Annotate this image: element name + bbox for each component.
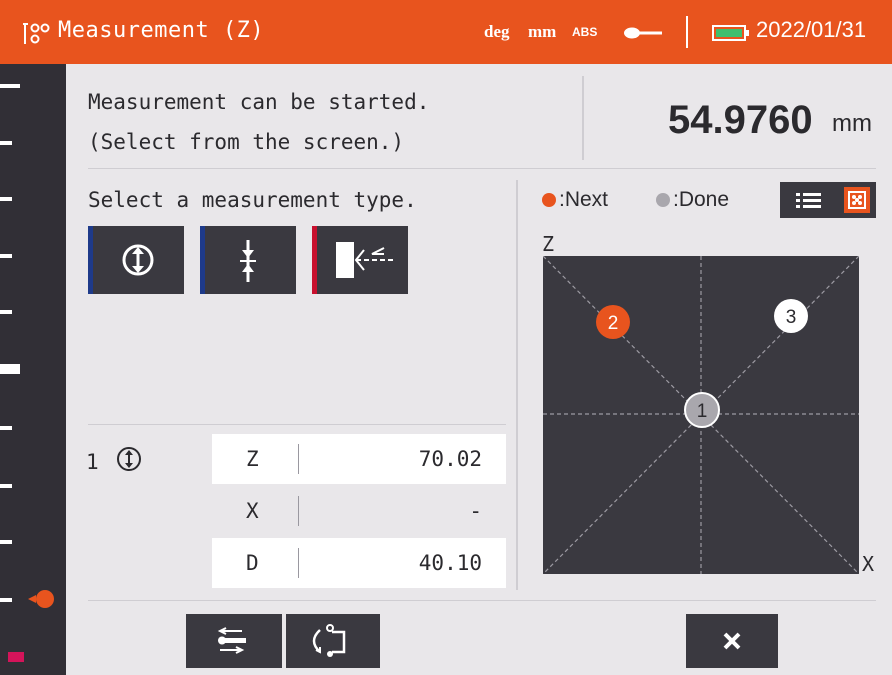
result-field-z: Z 70.02 (212, 434, 506, 484)
legend-done-label: :Done (673, 188, 730, 211)
window-title: Measurement (Z) (58, 18, 265, 43)
result-field-x: X - (212, 486, 506, 536)
current-position-marker-icon (28, 590, 54, 608)
diagram-view-icon[interactable] (844, 187, 870, 213)
measurement-type-button-updown[interactable] (88, 226, 184, 294)
svg-text:1: 1 (697, 401, 708, 422)
done-dot-icon (656, 193, 670, 207)
measurement-point-2[interactable]: 2 (596, 305, 630, 339)
panel-divider (516, 180, 518, 590)
data-output-button[interactable] (186, 614, 282, 668)
scale-tick (0, 426, 12, 430)
close-button[interactable] (686, 614, 778, 668)
field-label: X (246, 499, 259, 523)
axis-z-label: Z (542, 232, 555, 256)
toolbar-divider (88, 600, 876, 601)
legend-next: :Next (542, 188, 608, 212)
measurement-type-button-point[interactable] (200, 226, 296, 294)
axis-x-label: X (862, 552, 875, 576)
scale-tick (0, 364, 20, 374)
scale-tick (0, 141, 12, 145)
list-view-icon[interactable] (780, 182, 840, 218)
lower-limit-mark (8, 652, 24, 662)
scale-tick (0, 197, 12, 201)
view-toggle[interactable] (780, 182, 876, 218)
battery-icon (712, 25, 749, 41)
current-reading-unit: mm (832, 110, 872, 137)
measurement-type-button-block[interactable] (312, 226, 408, 294)
scale-tick (0, 310, 12, 314)
key-icon (624, 27, 662, 39)
measurement-point-3[interactable]: 3 (774, 299, 808, 333)
angle-unit: deg (484, 22, 510, 41)
field-value: - (469, 499, 482, 523)
scale-tick (0, 540, 12, 544)
legend-done: :Done (656, 188, 729, 212)
mode-indicator: ABS (572, 25, 598, 39)
field-separator (298, 444, 299, 474)
legend-next-label: :Next (559, 188, 609, 211)
scale-tick (0, 484, 12, 488)
scale-tick (0, 598, 12, 602)
data-output-icon (217, 627, 246, 654)
svg-text:3: 3 (786, 307, 797, 328)
current-reading-value: 54.9760 (668, 98, 813, 142)
status-hint: (Select from the screen.) (88, 130, 405, 154)
field-separator (298, 548, 299, 578)
select-type-prompt: Select a measurement type. (88, 188, 417, 212)
reset-cycle-icon (312, 624, 346, 657)
point-axis-icon (240, 240, 256, 282)
scale-tick (0, 84, 20, 88)
next-dot-icon (542, 193, 556, 207)
result-field-d: D 40.10 (212, 538, 506, 588)
svg-text:2: 2 (608, 313, 619, 334)
date-display: 2022/01/31 (756, 17, 867, 42)
title-bar: Measurement (Z) deg mm ABS 2022/01/31 (0, 0, 892, 64)
height-scale (0, 64, 66, 675)
section-divider (88, 168, 876, 169)
up-down-circle-icon (122, 244, 154, 276)
field-label: D (246, 551, 259, 575)
field-label: Z (246, 447, 259, 471)
close-icon (723, 632, 741, 650)
field-separator (298, 496, 299, 526)
header-divider (686, 16, 688, 48)
results-divider (88, 424, 506, 425)
measurement-position-diagram: 1 2 3 (542, 255, 860, 575)
measurement-point-1[interactable]: 1 (684, 392, 720, 428)
length-unit: mm (528, 22, 557, 41)
up-down-circle-icon (117, 447, 141, 471)
status-divider (582, 76, 584, 160)
scale-tick (0, 254, 12, 258)
reset-cycle-button[interactable] (286, 614, 380, 668)
field-value: 70.02 (418, 447, 482, 471)
result-row-number: 1 (86, 450, 99, 474)
block-arrow-icon (336, 242, 396, 278)
status-message: Measurement can be started. (88, 90, 430, 114)
field-value: 40.10 (418, 551, 482, 575)
measurement-app-icon (23, 23, 50, 44)
